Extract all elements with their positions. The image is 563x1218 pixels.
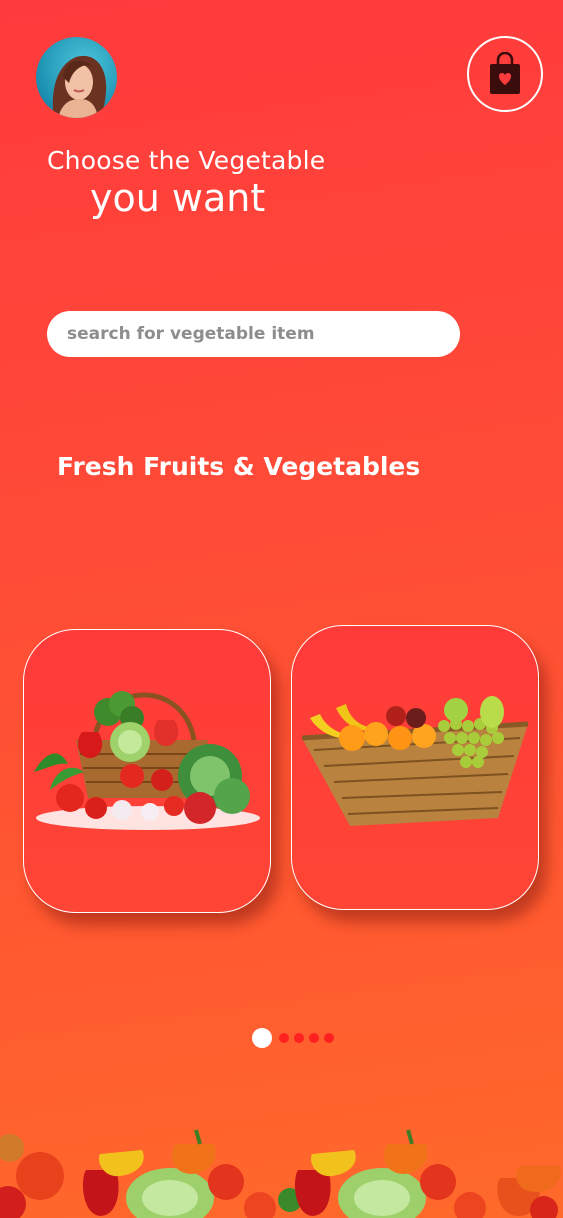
user-avatar-icon <box>52 55 107 118</box>
vegetables-banner-image <box>0 1129 561 1218</box>
shopping-bag-button[interactable] <box>467 36 543 112</box>
pagination-dot-active[interactable] <box>252 1028 272 1048</box>
hero-title-line1: Choose the Vegetable <box>47 146 326 175</box>
pagination-dot[interactable] <box>294 1033 304 1043</box>
shopping-bag-heart-icon <box>490 52 520 94</box>
pagination-dot[interactable] <box>309 1033 319 1043</box>
search-input[interactable] <box>47 311 460 357</box>
pagination-dot[interactable] <box>324 1033 334 1043</box>
category-card-fruits[interactable] <box>291 625 539 910</box>
avatar[interactable] <box>36 37 117 118</box>
section-title: Fresh Fruits & Vegetables <box>57 452 421 481</box>
pagination-dot[interactable] <box>279 1033 289 1043</box>
fruit-basket-icon <box>301 696 529 826</box>
category-card-vegetables[interactable] <box>23 629 271 913</box>
hero-title-line2: you want <box>90 176 266 220</box>
vegetable-basket-icon <box>34 691 260 830</box>
pagination-dots <box>252 1028 334 1048</box>
